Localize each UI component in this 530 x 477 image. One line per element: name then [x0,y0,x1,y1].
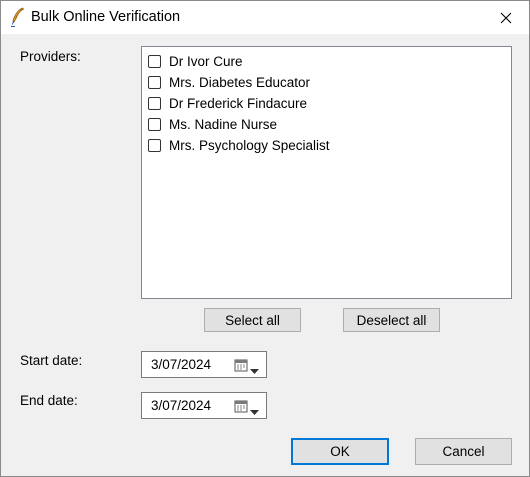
chevron-down-icon[interactable] [250,403,259,415]
provider-checkbox[interactable] [148,76,161,89]
list-item[interactable]: Mrs. Diabetes Educator [142,72,511,93]
deselect-all-button[interactable]: Deselect all [343,308,440,332]
provider-checkbox[interactable] [148,139,161,152]
cancel-button[interactable]: Cancel [415,438,512,465]
provider-checkbox[interactable] [148,55,161,68]
provider-label: Mrs. Psychology Specialist [169,138,330,153]
chevron-down-icon[interactable] [250,362,259,374]
title-bar[interactable]: Bulk Online Verification [1,1,529,34]
provider-label: Ms. Nadine Nurse [169,117,278,132]
list-item[interactable]: Dr Frederick Findacure [142,93,511,114]
end-date-value: 3/07/2024 [151,398,212,413]
start-date-value: 3/07/2024 [151,357,212,372]
providers-checklist[interactable]: Dr Ivor Cure Mrs. Diabetes Educator Dr F… [141,46,512,299]
close-icon [500,12,512,23]
provider-checkbox[interactable] [148,118,161,131]
end-date-picker[interactable]: 3/07/2024 [141,392,267,419]
provider-checkbox[interactable] [148,97,161,110]
provider-label: Dr Ivor Cure [169,54,243,69]
calendar-icon[interactable] [234,399,248,413]
ok-button[interactable]: OK [291,438,389,465]
close-button[interactable] [483,1,529,34]
calendar-icon[interactable] [234,358,248,372]
select-all-button[interactable]: Select all [204,308,301,332]
list-item[interactable]: Ms. Nadine Nurse [142,114,511,135]
end-date-label: End date: [20,393,78,408]
dialog-window: Bulk Online Verification Providers: Dr I… [0,0,530,477]
list-item[interactable]: Dr Ivor Cure [142,51,511,72]
start-date-label: Start date: [20,353,83,368]
list-item[interactable]: Mrs. Psychology Specialist [142,135,511,156]
window-title: Bulk Online Verification [31,9,181,25]
providers-label: Providers: [20,49,81,64]
start-date-picker[interactable]: 3/07/2024 [141,351,267,378]
quill-pen-icon [9,7,25,27]
provider-label: Dr Frederick Findacure [169,96,308,111]
provider-label: Mrs. Diabetes Educator [169,75,311,90]
